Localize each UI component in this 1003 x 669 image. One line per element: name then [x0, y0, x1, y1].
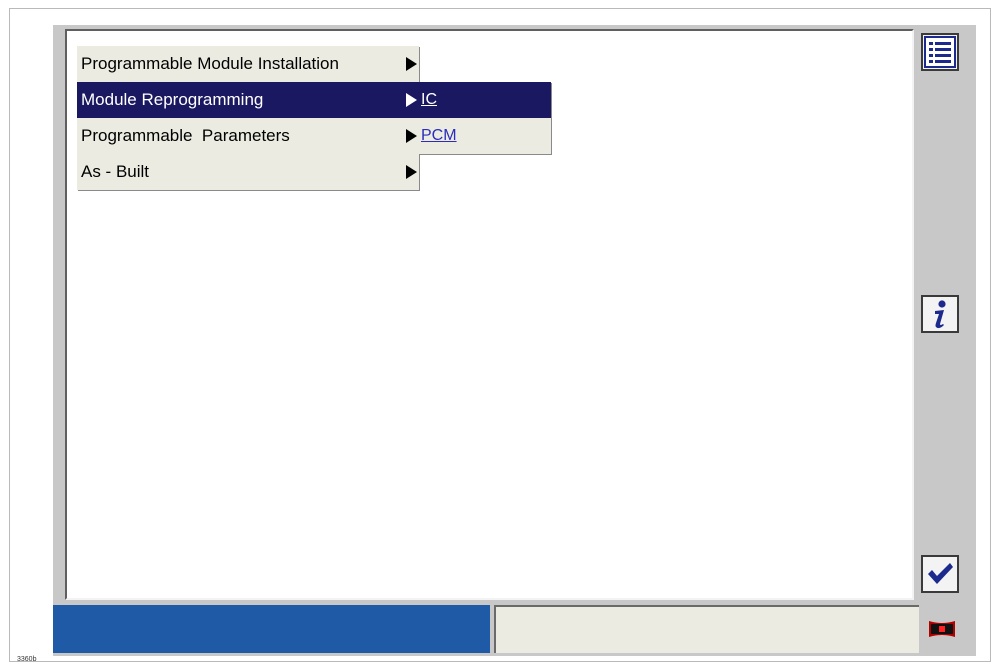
menu-item-module-reprogramming[interactable]: Module Reprogramming: [77, 82, 419, 118]
menu-item-programmable-parameters[interactable]: Programmable Parameters: [77, 118, 419, 154]
menu-item-programmable-module-installation[interactable]: Programmable Module Installation: [77, 46, 419, 82]
menu-item-label: Programmable Parameters: [81, 126, 290, 145]
figure-caption: 3360b: [17, 656, 37, 663]
list-button[interactable]: [921, 33, 959, 71]
main-menu: Programmable Module Installation Module …: [77, 46, 419, 190]
progress-bar-track: [494, 605, 919, 653]
menu-item-label: As - Built: [81, 162, 150, 181]
submenu-item-pcm[interactable]: PCM: [419, 118, 551, 154]
submenu-item-ic[interactable]: IC: [419, 82, 551, 118]
checkmark-icon: [928, 563, 953, 584]
status-bar: [53, 605, 976, 653]
submenu-arrow-icon: [406, 129, 417, 143]
menu-item-label: Module Reprogramming: [81, 90, 264, 109]
confirm-button[interactable]: [921, 555, 959, 593]
submenu-arrow-icon: [406, 93, 417, 107]
diagnostic-tool-window: Programmable Module Installation Module …: [53, 25, 976, 656]
submenu-arrow-icon: [406, 165, 417, 179]
submenu-arrow-icon: [406, 57, 417, 71]
progress-bar-fill: [53, 605, 490, 653]
list-icon: [924, 36, 956, 68]
menu-item-label: Programmable Module Installation: [81, 54, 339, 73]
module-reprogramming-submenu: IC PCM: [419, 82, 551, 154]
info-button[interactable]: [921, 295, 959, 333]
vehicle-connector-icon: [929, 621, 955, 637]
info-icon: [935, 300, 946, 329]
menu-item-as-built[interactable]: As - Built: [77, 154, 419, 190]
main-screen: Programmable Module Installation Module …: [65, 29, 914, 600]
